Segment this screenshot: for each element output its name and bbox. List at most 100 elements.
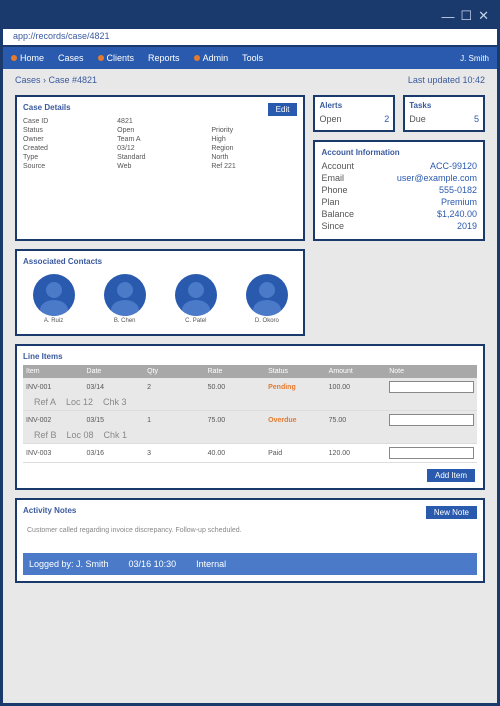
col-header: Note <box>389 368 474 375</box>
navbar: Home Cases Clients Reports Admin Tools J… <box>3 47 497 69</box>
field-label: Type <box>23 154 109 161</box>
field-value: High <box>211 136 297 143</box>
edit-button[interactable]: Edit <box>268 103 298 116</box>
nav-home[interactable]: Home <box>11 53 44 63</box>
sub-cell: Loc 08 <box>67 430 94 440</box>
sub-cell: Loc 12 <box>66 397 93 407</box>
field-label: Owner <box>23 136 109 143</box>
table-row[interactable]: INV-002 03/15 1 75.00 Overdue 75.00 Ref … <box>23 411 477 444</box>
contact-name: A. Ruiz <box>44 318 63 324</box>
cell: 3 <box>147 450 204 457</box>
sub-cell: Chk 1 <box>104 430 128 440</box>
items-title: Line Items <box>23 352 477 361</box>
notes-meta: Internal <box>196 559 226 569</box>
cell: 120.00 <box>329 450 386 457</box>
field-label: Source <box>23 163 109 170</box>
details-panel: Edit Case Details Case ID4821 StatusOpen… <box>15 95 305 241</box>
info-value: ACC-99120 <box>430 161 477 171</box>
nav-clients[interactable]: Clients <box>98 53 135 63</box>
field-value: Standard <box>117 154 203 161</box>
breadcrumb-path: Cases › Case #4821 <box>15 75 97 85</box>
nav-tools[interactable]: Tools <box>242 53 263 63</box>
tasks-title: Tasks <box>409 101 479 110</box>
cell: 100.00 <box>329 384 386 391</box>
close-icon[interactable]: ✕ <box>478 8 489 24</box>
details-grid: Case ID 4821 Status Open Priority Owner Team… <box>23 118 297 170</box>
table-row[interactable]: INV-003 03/16 3 40.00 Paid 120.00 <box>23 444 477 463</box>
contacts-panel: Associated Contacts A. Ruiz B. Chen C. P… <box>15 249 305 336</box>
col-header: Amount <box>329 368 386 375</box>
dot-icon <box>11 55 17 61</box>
info-value: $1,240.00 <box>437 209 477 219</box>
cell-status: Pending <box>268 384 325 391</box>
sub-cell: Chk 3 <box>103 397 127 407</box>
field-label: Status <box>23 127 109 134</box>
avatar-icon <box>104 274 146 316</box>
nav-cases[interactable]: Cases <box>58 53 84 63</box>
info-label: Plan <box>321 197 339 207</box>
field-value: Team A <box>117 136 203 143</box>
col-header: Date <box>87 368 144 375</box>
field-value: North <box>211 154 297 161</box>
add-item-button[interactable]: Add Item <box>427 469 475 482</box>
field-value: Open <box>117 127 203 134</box>
cell: 03/15 <box>87 417 144 424</box>
info-value: user@example.com <box>397 173 477 183</box>
cell: 40.00 <box>208 450 265 457</box>
notes-meta: 03/16 10:30 <box>129 559 177 569</box>
cell: INV-003 <box>26 450 83 457</box>
note-input[interactable] <box>389 447 474 459</box>
contacts-title: Associated Contacts <box>23 257 297 266</box>
alerts-value: 2 <box>384 114 389 124</box>
tasks-value: 5 <box>474 114 479 124</box>
new-note-button[interactable]: New Note <box>426 506 477 519</box>
info-value: Premium <box>441 197 477 207</box>
table-row[interactable]: INV-001 03/14 2 50.00 Pending 100.00 Ref… <box>23 378 477 411</box>
alerts-label: Open <box>319 114 341 124</box>
info-label: Email <box>321 173 344 183</box>
avatar-icon <box>33 274 75 316</box>
nav-admin[interactable]: Admin <box>194 53 229 63</box>
info-label: Balance <box>321 209 354 219</box>
cell: 2 <box>147 384 204 391</box>
maximize-icon[interactable]: ☐ <box>460 8 472 24</box>
notes-panel: Activity Notes New Note Customer called … <box>15 498 485 583</box>
url-bar[interactable]: app://records/case/4821 <box>3 29 497 47</box>
contact-card[interactable]: D. Okoro <box>246 274 288 324</box>
field-value: Ref 221 <box>211 163 297 170</box>
col-header: Rate <box>208 368 265 375</box>
note-input[interactable] <box>389 381 474 393</box>
tasks-label: Due <box>409 114 426 124</box>
nav-reports[interactable]: Reports <box>148 53 180 63</box>
cell: INV-001 <box>26 384 83 391</box>
info-label: Account <box>321 161 354 171</box>
note-input[interactable] <box>389 414 474 426</box>
notes-body: Customer called regarding invoice discre… <box>23 523 477 553</box>
cell: 03/16 <box>87 450 144 457</box>
sub-cell: Ref A <box>34 397 56 407</box>
contact-name: B. Chen <box>114 318 136 324</box>
dot-icon <box>98 55 104 61</box>
field-label: Case ID <box>23 118 109 125</box>
alerts-panel: Alerts Open2 <box>313 95 395 132</box>
field-value: Priority <box>211 127 297 134</box>
field-value: 4821 <box>117 118 203 125</box>
contact-name: D. Okoro <box>255 318 279 324</box>
info-value: 555-0182 <box>439 185 477 195</box>
notes-meta: Logged by: J. Smith <box>29 559 109 569</box>
nav-user[interactable]: J. Smith <box>460 54 489 63</box>
cell: 75.00 <box>329 417 386 424</box>
account-title: Account Information <box>321 148 477 157</box>
info-label: Since <box>321 221 344 231</box>
titlebar: — ☐ ✕ <box>3 3 497 29</box>
contact-card[interactable]: B. Chen <box>104 274 146 324</box>
contact-card[interactable]: A. Ruiz <box>33 274 75 324</box>
contact-card[interactable]: C. Patel <box>175 274 217 324</box>
info-label: Phone <box>321 185 347 195</box>
cell-status: Overdue <box>268 417 325 424</box>
sub-cell: Ref B <box>34 430 57 440</box>
avatar-icon <box>175 274 217 316</box>
notes-footer: Logged by: J. Smith 03/16 10:30 Internal <box>23 553 477 575</box>
minimize-icon[interactable]: — <box>441 9 454 24</box>
app-window: — ☐ ✕ app://records/case/4821 Home Cases… <box>0 0 500 706</box>
